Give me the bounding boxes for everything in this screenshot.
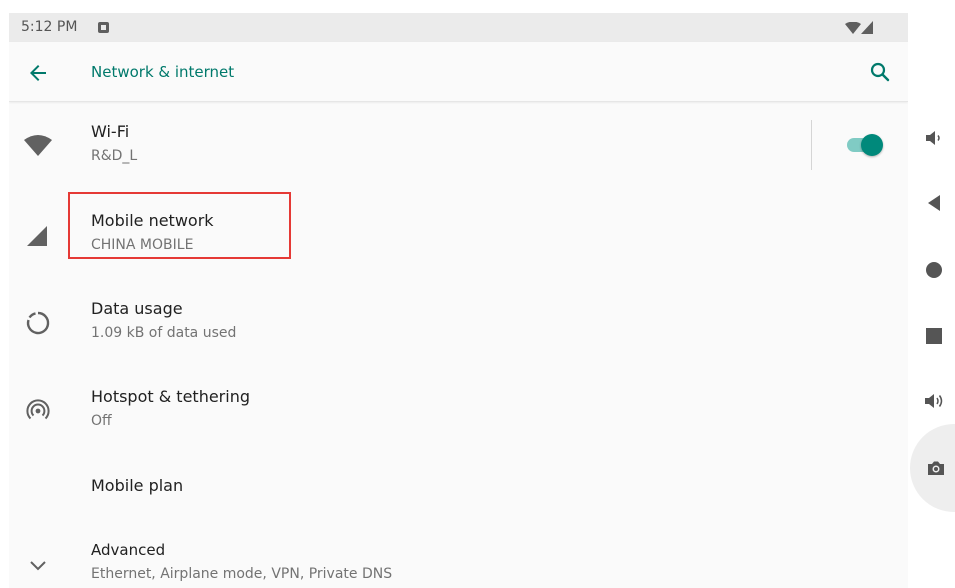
settings-screen: 5:12 PM Network & internet Wi-Fi R&D_L M… xyxy=(9,13,908,588)
wifi-subtitle: R&D_L xyxy=(91,148,138,164)
wifi-row[interactable]: Wi-Fi R&D_L xyxy=(9,102,908,189)
home-circle-icon[interactable] xyxy=(924,260,944,280)
status-signal-icon xyxy=(861,21,873,34)
status-time: 5:12 PM xyxy=(21,19,78,35)
data-usage-row[interactable]: Data usage 1.09 kB of data used xyxy=(9,277,908,364)
volume-down-icon[interactable] xyxy=(924,128,944,148)
back-arrow-icon[interactable] xyxy=(26,61,50,85)
mobile-plan-title: Mobile plan xyxy=(91,476,184,495)
highlight-box xyxy=(68,192,291,259)
status-bar: 5:12 PM xyxy=(9,13,908,42)
wifi-icon xyxy=(24,135,52,156)
advanced-subtitle: Ethernet, Airplane mode, VPN, Private DN… xyxy=(91,566,393,582)
hotspot-title: Hotspot & tethering xyxy=(91,387,250,406)
divider xyxy=(811,120,812,170)
data-usage-title: Data usage xyxy=(91,299,183,318)
chevron-down-icon xyxy=(30,561,46,571)
notification-icon xyxy=(98,22,109,33)
toggle-thumb xyxy=(861,134,883,156)
mobile-plan-row[interactable]: Mobile plan xyxy=(9,452,908,539)
app-bar: Network & internet xyxy=(9,42,908,102)
advanced-title: Advanced xyxy=(91,541,166,559)
wifi-toggle[interactable] xyxy=(845,132,887,158)
hotspot-icon xyxy=(26,399,50,420)
advanced-row[interactable]: Advanced Ethernet, Airplane mode, VPN, P… xyxy=(9,530,908,588)
search-icon[interactable] xyxy=(868,60,892,84)
wifi-title: Wi-Fi xyxy=(91,122,130,141)
data-usage-subtitle: 1.09 kB of data used xyxy=(91,325,237,341)
signal-icon xyxy=(27,226,47,246)
recents-square-icon[interactable] xyxy=(924,326,944,346)
camera-icon[interactable] xyxy=(926,458,946,478)
volume-up-icon[interactable] xyxy=(924,391,944,411)
hotspot-row[interactable]: Hotspot & tethering Off xyxy=(9,365,908,452)
hotspot-subtitle: Off xyxy=(91,413,112,429)
page-title: Network & internet xyxy=(91,63,235,81)
status-wifi-icon xyxy=(845,22,861,34)
data-usage-icon xyxy=(26,311,50,335)
back-triangle-icon[interactable] xyxy=(924,193,944,213)
